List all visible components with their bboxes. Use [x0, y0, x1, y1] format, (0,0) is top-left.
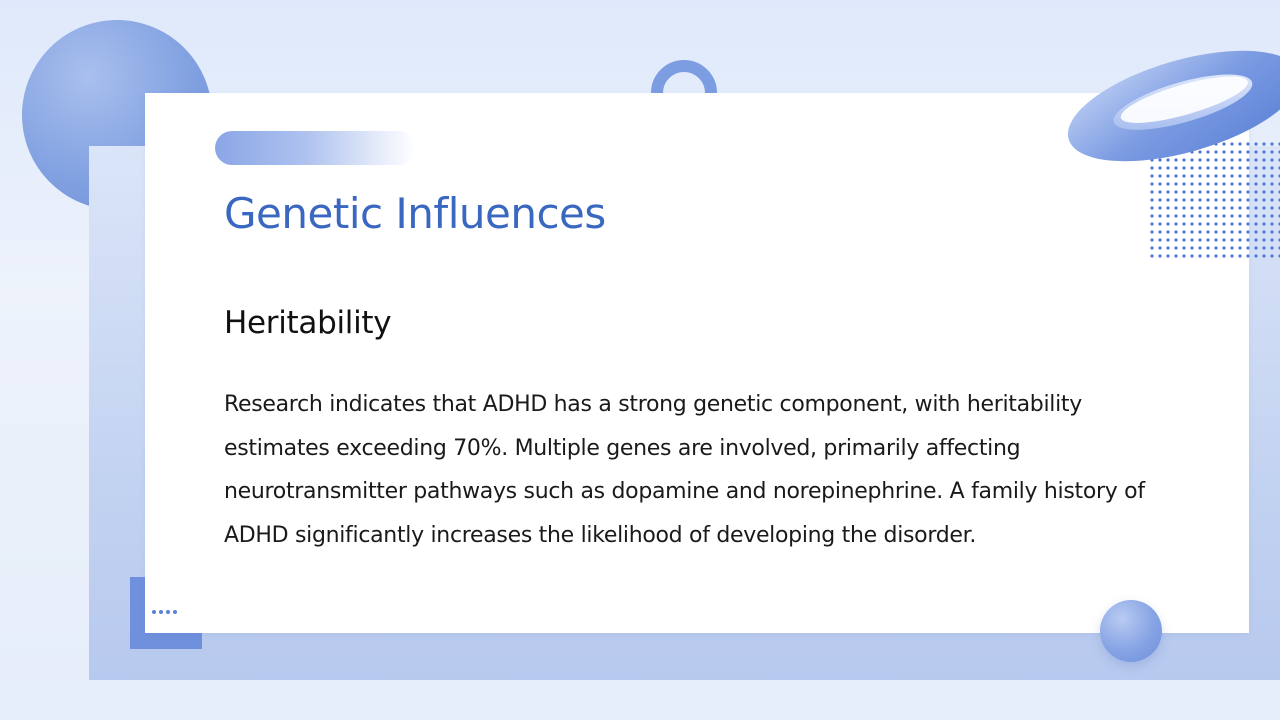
section-heading: Heritability: [224, 305, 392, 341]
decorative-3d-ring: [1067, 50, 1280, 162]
title-accent-pill: [215, 131, 415, 165]
body-paragraph: Research indicates that ADHD has a stron…: [224, 392, 1145, 548]
decorative-dots: [152, 610, 177, 614]
decorative-sphere: [1100, 600, 1162, 662]
page-title: Genetic Influences: [224, 189, 606, 238]
